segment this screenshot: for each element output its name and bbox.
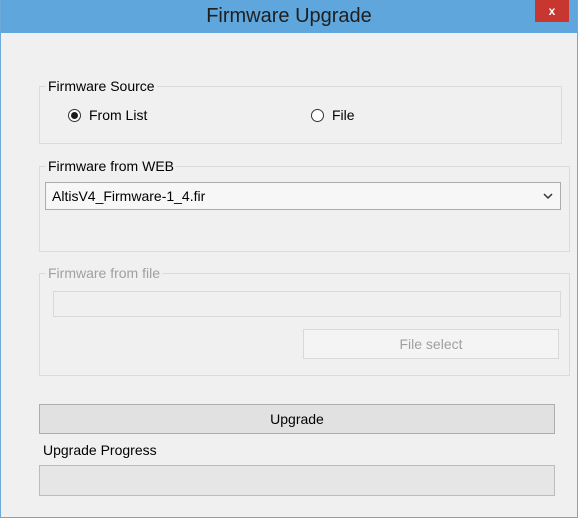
- file-select-button[interactable]: File select: [303, 329, 559, 359]
- radio-from-list-label: From List: [89, 107, 148, 123]
- firmware-source-legend: Firmware Source: [48, 78, 155, 94]
- upgrade-button[interactable]: Upgrade: [39, 404, 555, 434]
- firmware-web-legend: Firmware from WEB: [48, 158, 174, 174]
- radio-file-indicator[interactable]: [311, 108, 324, 122]
- close-button[interactable]: x: [535, 0, 569, 22]
- firmware-file-path-input[interactable]: [53, 291, 561, 317]
- window-title: Firmware Upgrade: [206, 5, 372, 27]
- firmware-upgrade-window: Firmware Upgrade x Firmware Source From …: [0, 0, 578, 518]
- radio-file-label: File: [332, 107, 355, 123]
- upgrade-progress-label: Upgrade Progress: [43, 442, 157, 458]
- radio-from-list[interactable]: From List: [68, 107, 147, 123]
- upgrade-progress-bar: [39, 465, 555, 496]
- dialog-body: Firmware Source From List File Firmware …: [8, 33, 570, 511]
- radio-from-list-indicator[interactable]: [68, 108, 81, 122]
- title-bar[interactable]: Firmware Upgrade x: [1, 0, 577, 33]
- chevron-down-icon: [543, 193, 553, 200]
- firmware-list-dropdown[interactable]: AltisV4_Firmware-1_4.fir: [45, 182, 561, 210]
- firmware-file-legend: Firmware from file: [48, 265, 161, 281]
- firmware-file-group: Firmware from file: [39, 265, 570, 376]
- firmware-list-selected: AltisV4_Firmware-1_4.fir: [52, 188, 206, 204]
- radio-file[interactable]: File: [311, 107, 355, 123]
